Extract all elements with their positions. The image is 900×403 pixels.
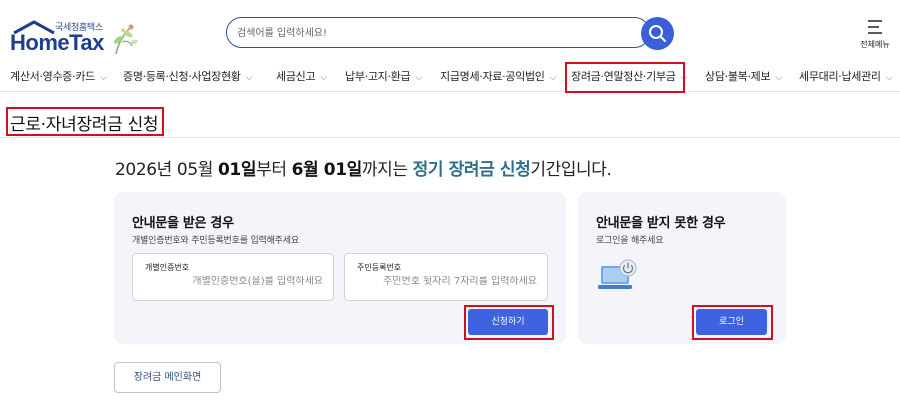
hometax-logo[interactable]: 국세청홈택스 HomeTax — [8, 14, 138, 55]
headline-date: 6월 01일 — [291, 160, 363, 180]
nav-item-tax-agent[interactable]: 세무대리·납세관리 ⌵ — [799, 68, 893, 84]
card-title: 안내문을 받지 못한 경우 — [596, 216, 726, 231]
headline-text: 까지는 — [361, 160, 413, 180]
nav-label: 증명·등록·신청·사업장현황 — [123, 70, 241, 83]
nav-label: 지급명세·자료·공익법인 — [440, 70, 545, 83]
highlight-box-login — [692, 305, 773, 340]
chevron-down-icon: ⌵ — [415, 73, 422, 83]
period-headline: 2026년 05월 01일부터 6월 01일까지는 정기 장려금 신청기간입니다… — [115, 155, 612, 180]
header: 국세청홈택스 HomeTax 전체메뉴 — [0, 0, 900, 62]
hamburger-menu-icon — [868, 20, 882, 34]
headline-text: 2026년 05월 — [115, 160, 218, 180]
search-bar — [226, 17, 650, 48]
nav-item-invoices[interactable]: 계산서·영수증·카드 ⌵ — [10, 68, 107, 84]
resident-number-field: 주민등록번호 — [344, 253, 548, 301]
auth-number-field: 개별인증번호 — [132, 253, 334, 301]
chevron-down-icon: ⌵ — [885, 73, 893, 83]
full-menu-button[interactable]: 전체메뉴 — [855, 18, 895, 52]
headline-accent: 정기 장려금 신청 — [412, 160, 531, 180]
headline-text: 부터 — [256, 160, 292, 180]
field-label: 개별인증번호 — [145, 263, 190, 272]
main-navigation: 계산서·영수증·카드 ⌵ 증명·등록·신청·사업장현황 ⌵ 세금신고 ⌵ 납부·고지·… — [0, 62, 900, 92]
card-subtitle: 로그인을 해주세요 — [596, 236, 664, 246]
nav-item-payment[interactable]: 납부·고지·환급 ⌵ — [345, 68, 422, 84]
nav-item-tax-return[interactable]: 세금신고 ⌵ — [276, 68, 327, 84]
highlight-box-title — [6, 107, 164, 136]
field-label: 주민등록번호 — [357, 263, 402, 272]
chevron-down-icon: ⌵ — [775, 73, 782, 83]
nav-label: 계산서·영수증·카드 — [10, 70, 95, 83]
chevron-down-icon: ⌵ — [320, 73, 327, 83]
search-icon — [649, 25, 666, 42]
nav-item-certificates[interactable]: 증명·등록·신청·사업장현황 ⌵ — [123, 68, 252, 84]
headline-date: 01일 — [217, 160, 257, 180]
card-title: 안내문을 받은 경우 — [132, 216, 234, 231]
highlight-box-apply — [464, 305, 554, 340]
full-menu-label: 전체메뉴 — [860, 40, 890, 49]
card-subtitle: 개별인증번호와 주민등록번호를 입력해주세요 — [132, 236, 299, 246]
title-divider — [0, 137, 900, 138]
logo-text: HomeTax — [10, 30, 104, 55]
highlight-box-nav — [565, 62, 685, 93]
nav-label: 세금신고 — [276, 70, 316, 83]
auth-number-input[interactable] — [143, 276, 323, 287]
flower-decoration-icon — [113, 24, 138, 55]
nav-item-statements[interactable]: 지급명세·자료·공익법인 ⌵ — [440, 68, 556, 84]
resident-number-input[interactable] — [357, 276, 537, 287]
incentive-main-button[interactable]: 장려금 메인화면 — [114, 362, 221, 393]
nav-label: 상담·불복·제보 — [705, 70, 771, 83]
chevron-down-icon: ⌵ — [245, 73, 253, 83]
search-input[interactable] — [237, 24, 637, 42]
nav-label: 세무대리·납세관리 — [799, 70, 881, 83]
computer-login-icon — [598, 259, 637, 289]
headline-text: 기간입니다. — [530, 160, 612, 180]
search-button[interactable] — [641, 17, 674, 50]
nav-item-consultation[interactable]: 상담·불복·제보 ⌵ — [705, 68, 782, 84]
chevron-down-icon: ⌵ — [549, 73, 557, 83]
nav-label: 납부·고지·환급 — [345, 70, 411, 83]
chevron-down-icon: ⌵ — [99, 73, 107, 83]
